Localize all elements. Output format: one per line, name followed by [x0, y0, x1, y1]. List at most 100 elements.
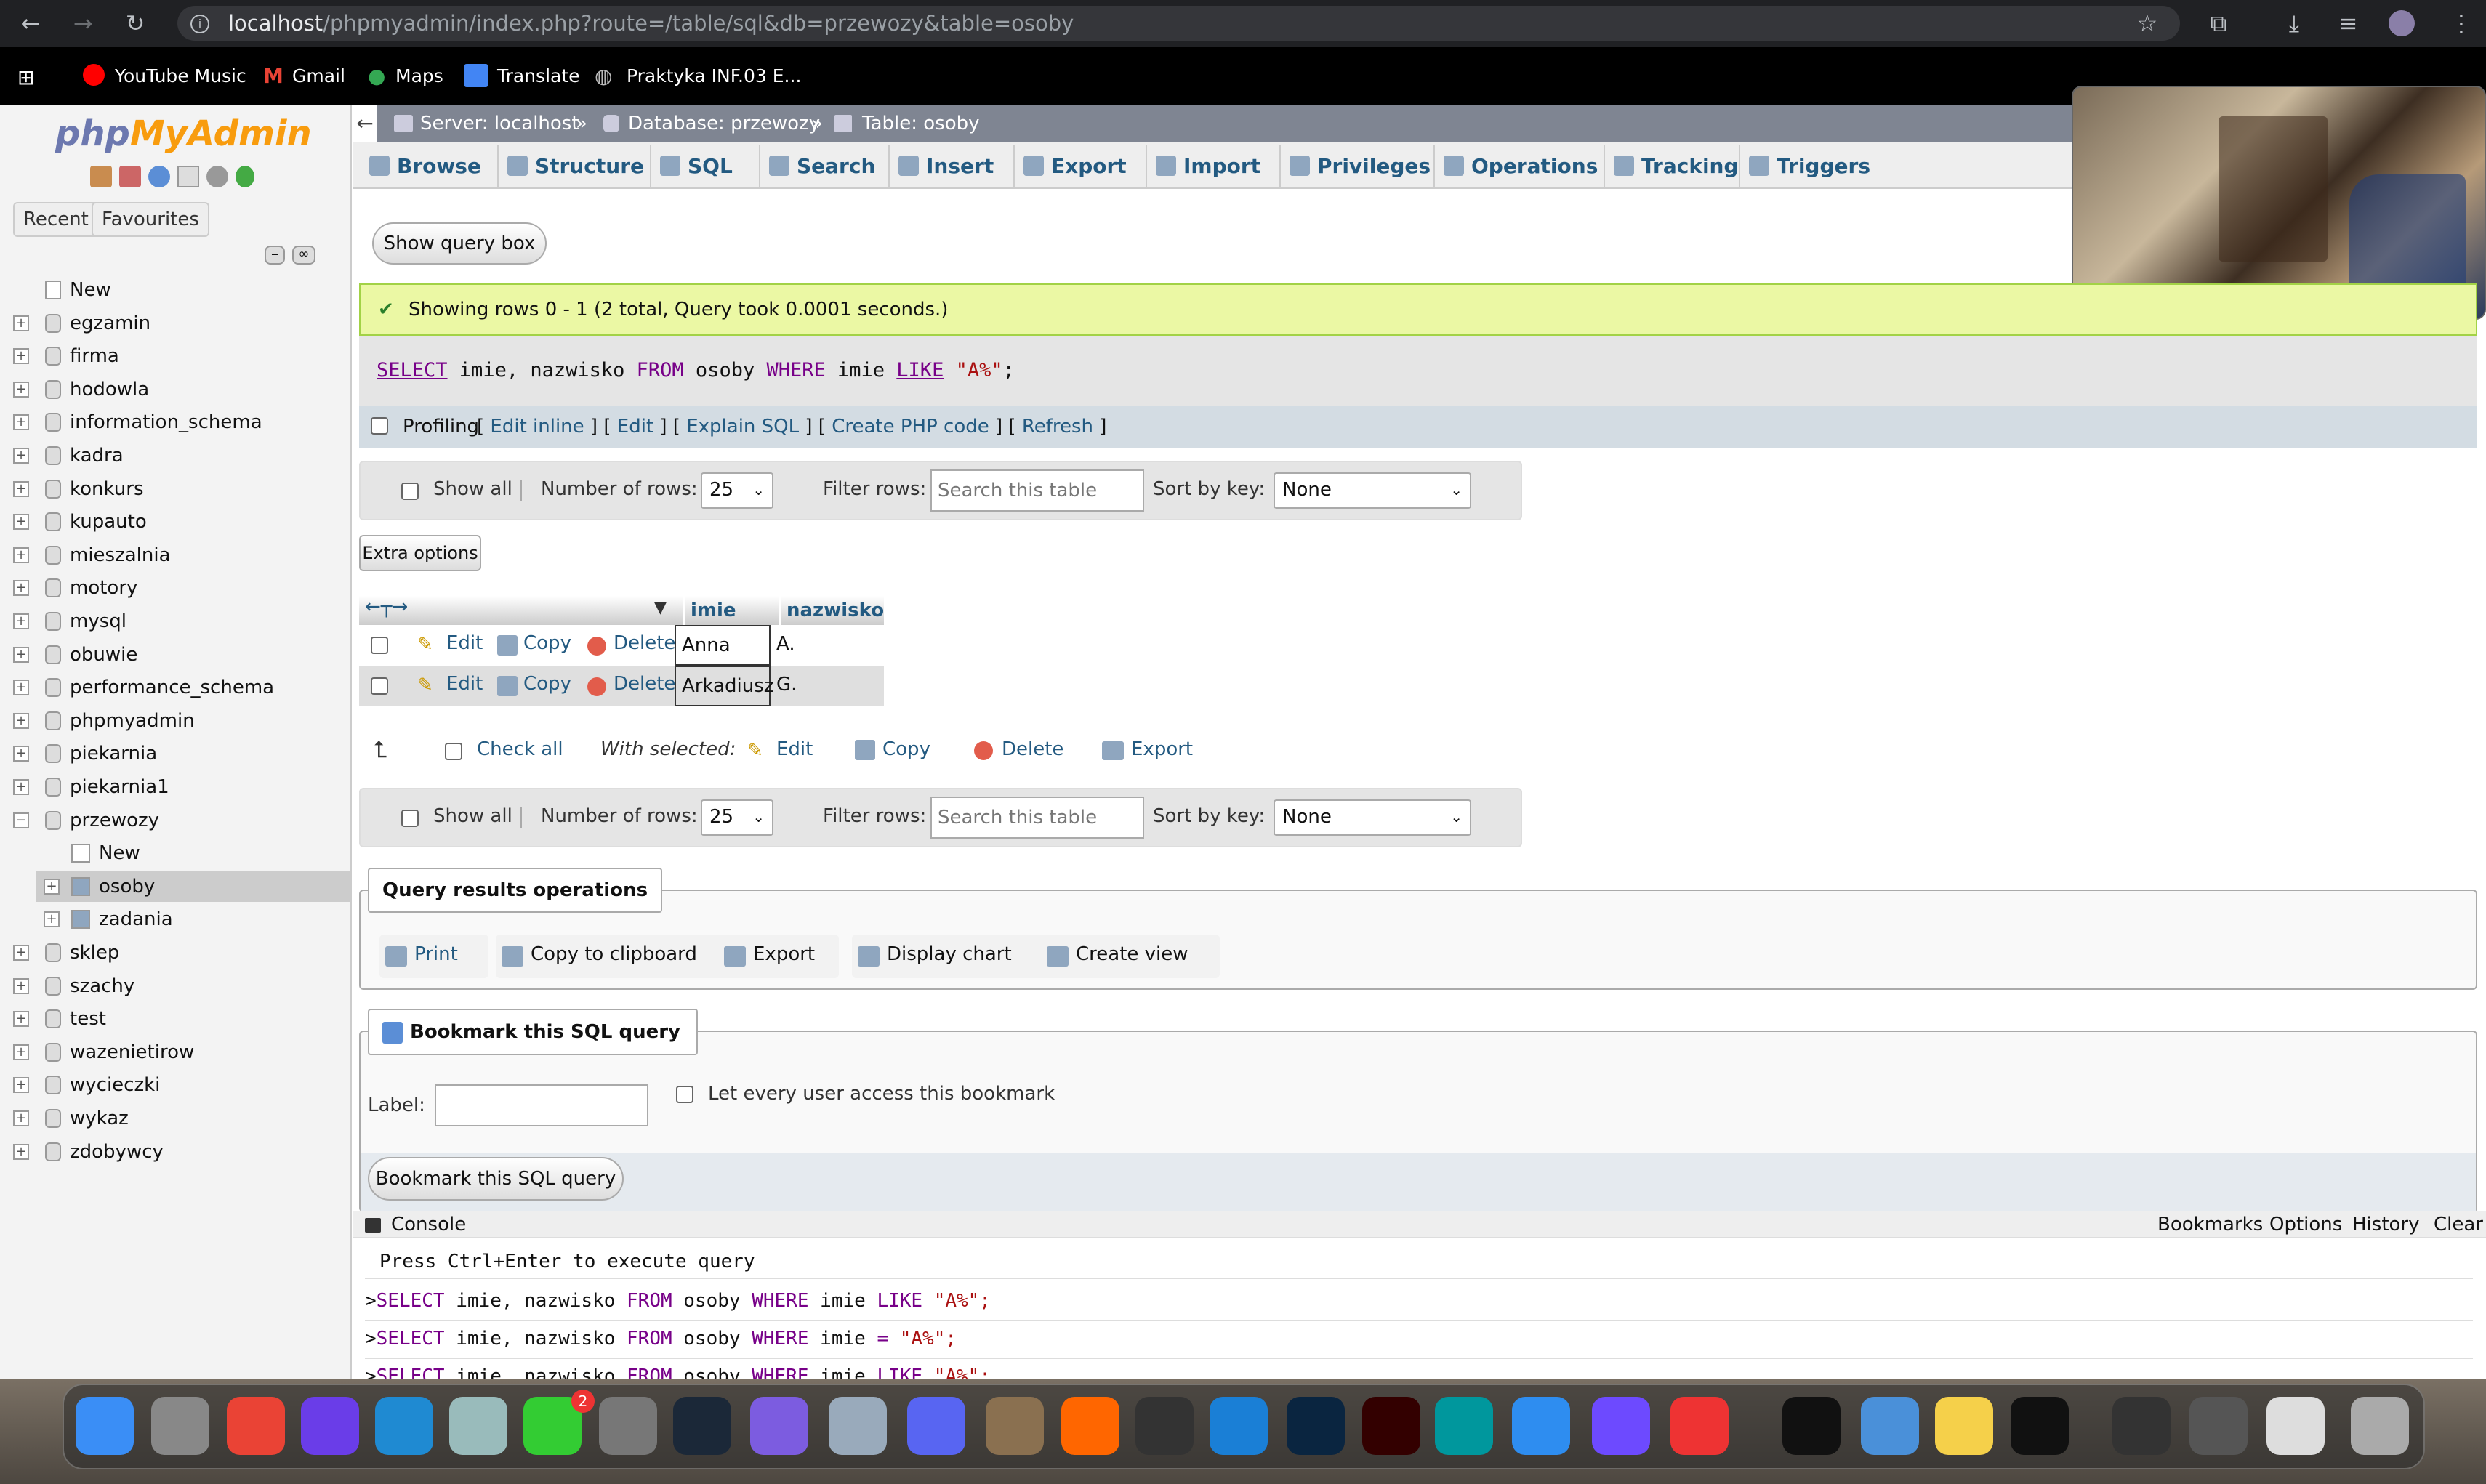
notes-icon[interactable] [1935, 1397, 1993, 1455]
cell-nazwisko[interactable]: G. [772, 666, 874, 706]
breadcrumb-database[interactable]: Database: przewozy [628, 105, 820, 142]
window-1-icon[interactable] [2112, 1397, 2171, 1455]
tab-triggers[interactable]: Triggers [1777, 145, 1870, 187]
tree-expander-motory[interactable]: + [13, 580, 29, 597]
reload-icon[interactable]: ↻ [118, 6, 153, 41]
breadcrumb-table[interactable]: Table: osoby [862, 105, 980, 142]
bookmark-label-input[interactable] [435, 1084, 648, 1126]
bulk-delete-button[interactable]: Delete [1002, 738, 1063, 760]
check-all-checkbox[interactable] [445, 743, 462, 760]
phpmyadmin-logo[interactable]: phpMyAdmin [55, 113, 312, 154]
proton-icon[interactable] [1592, 1397, 1650, 1455]
tree-db-phpmyadmin[interactable]: phpmyadmin [70, 704, 195, 738]
profiling-checkbox[interactable] [371, 417, 388, 435]
cell-imie[interactable]: Arkadiusz [675, 666, 773, 706]
lightroom-icon[interactable] [1287, 1397, 1345, 1455]
tree-db-performance_schema[interactable]: performance_schema [70, 671, 274, 704]
qro-print[interactable]: Print [414, 943, 458, 965]
tree-new[interactable]: New [70, 273, 111, 307]
tree-db-przewozy[interactable]: przewozy [70, 804, 159, 837]
tab-operations[interactable]: Operations [1471, 145, 1598, 187]
bulk-export-button[interactable]: Export [1131, 738, 1193, 760]
tree-expander-piekarnia[interactable]: + [13, 746, 29, 762]
navbar-bottom-filter-input[interactable]: Search this table [930, 797, 1144, 839]
tab-insert[interactable]: Insert [926, 145, 994, 187]
tree-expander-kadra[interactable]: + [13, 448, 29, 464]
tree-db-szachy[interactable]: szachy [70, 969, 134, 1003]
edit-inline-link[interactable]: Edit inline [490, 416, 584, 437]
home-icon[interactable] [90, 166, 112, 187]
gimp-icon[interactable] [986, 1397, 1044, 1455]
tree-db-zdobywcy[interactable]: zdobywcy [70, 1135, 164, 1169]
column-header-imie[interactable]: imie [683, 596, 779, 625]
row-copy-link[interactable]: Copy [523, 673, 571, 695]
navbar-top-sort-select[interactable]: None ⌄ [1274, 472, 1471, 509]
tree-db-kupauto[interactable]: kupauto [70, 505, 147, 539]
console-options[interactable]: Options [2269, 1211, 2342, 1238]
tree-db-egzamin[interactable]: egzamin [70, 307, 150, 340]
tab-sql[interactable]: SQL [688, 145, 733, 187]
extensions-icon[interactable]: ⧉ [2201, 6, 2236, 41]
collapse-nav-icon[interactable]: ← [353, 105, 377, 142]
docs-icon[interactable] [177, 166, 199, 187]
row-checkbox[interactable] [371, 677, 388, 695]
console-line[interactable]: >SELECT imie, nazwisko FROM osoby WHERE … [365, 1286, 991, 1315]
trash-icon[interactable] [2351, 1397, 2409, 1455]
navbar-bottom-show-all-checkbox[interactable] [401, 810, 419, 827]
tree-expander-konkurs[interactable]: + [13, 480, 29, 497]
console-history[interactable]: History [2352, 1211, 2420, 1238]
navbar-bottom-sort-select[interactable]: None ⌄ [1274, 799, 1471, 836]
tab-recent[interactable]: Recent [13, 202, 99, 237]
tree-db-piekarnia1[interactable]: piekarnia1 [70, 770, 169, 804]
row-copy-link[interactable]: Copy [523, 632, 571, 654]
tree-expander-osoby[interactable]: + [44, 878, 60, 895]
bookmark-gmail[interactable]: Gmail [292, 65, 345, 87]
tree-expander-obuwie[interactable]: + [13, 646, 29, 663]
keychain-icon[interactable] [1861, 1397, 1919, 1455]
preview-icon[interactable] [449, 1397, 507, 1455]
menu-icon[interactable]: ⋮ [2444, 6, 2479, 41]
arduino-icon[interactable] [1435, 1397, 1493, 1455]
row-delete-link[interactable]: Delete [614, 632, 675, 654]
sql-select[interactable]: SELECT [377, 359, 448, 382]
tree-db-wycieczki[interactable]: wycieczki [70, 1068, 160, 1102]
tree-db-wykaz[interactable]: wykaz [70, 1102, 129, 1135]
back-icon[interactable]: ← [13, 6, 48, 41]
tab-favourites[interactable]: Favourites [92, 202, 209, 237]
bulk-copy-button[interactable]: Copy [882, 738, 930, 760]
fusion-icon[interactable] [1061, 1397, 1119, 1455]
activity-monitor-icon[interactable] [1782, 1397, 1841, 1455]
obsidian-icon[interactable] [750, 1397, 808, 1455]
reload-nav-icon[interactable] [236, 166, 254, 187]
qro-copy-to-clipboard[interactable]: Copy to clipboard [531, 943, 697, 965]
bookmark-maps[interactable]: Maps [395, 65, 443, 87]
settings-gear-icon[interactable] [206, 166, 228, 187]
console-clear[interactable]: Clear [2434, 1211, 2483, 1238]
tree-expander-przewozy[interactable]: − [13, 812, 29, 828]
show-query-box-button[interactable]: Show query box [372, 222, 547, 265]
column-visibility-icon[interactable]: ▼ [654, 599, 667, 617]
edit-link[interactable]: Edit [617, 416, 653, 437]
discord-icon[interactable] [907, 1397, 965, 1455]
tree-expander-phpmyadmin[interactable]: + [13, 712, 29, 729]
window-2-icon[interactable] [2189, 1397, 2248, 1455]
tree-expander-test[interactable]: + [13, 1011, 29, 1028]
tree-db-mieszalnia[interactable]: mieszalnia [70, 539, 171, 572]
bookmark-translate[interactable]: Translate [497, 65, 580, 87]
tree-db-sklep[interactable]: sklep [70, 936, 119, 969]
explain-sql-link[interactable]: Explain SQL [686, 416, 799, 437]
forward-icon[interactable]: → [65, 6, 100, 41]
tab-tracking[interactable]: Tracking [1641, 145, 1739, 187]
tree-db-motory[interactable]: motory [70, 571, 137, 605]
row-checkbox[interactable] [371, 637, 388, 654]
tree-expander-mieszalnia[interactable]: + [13, 547, 29, 563]
cisco-icon[interactable] [1210, 1397, 1268, 1455]
check-all-label[interactable]: Check all [477, 738, 563, 760]
tab-browse[interactable]: Browse [397, 145, 481, 187]
teams-icon[interactable] [1670, 1397, 1729, 1455]
chrome-icon[interactable] [227, 1397, 285, 1455]
row-edit-link[interactable]: Edit [446, 673, 483, 695]
tree-expander-szachy[interactable]: + [13, 977, 29, 994]
create-php-code-link[interactable]: Create PHP code [832, 416, 989, 437]
siri-icon[interactable] [301, 1397, 359, 1455]
